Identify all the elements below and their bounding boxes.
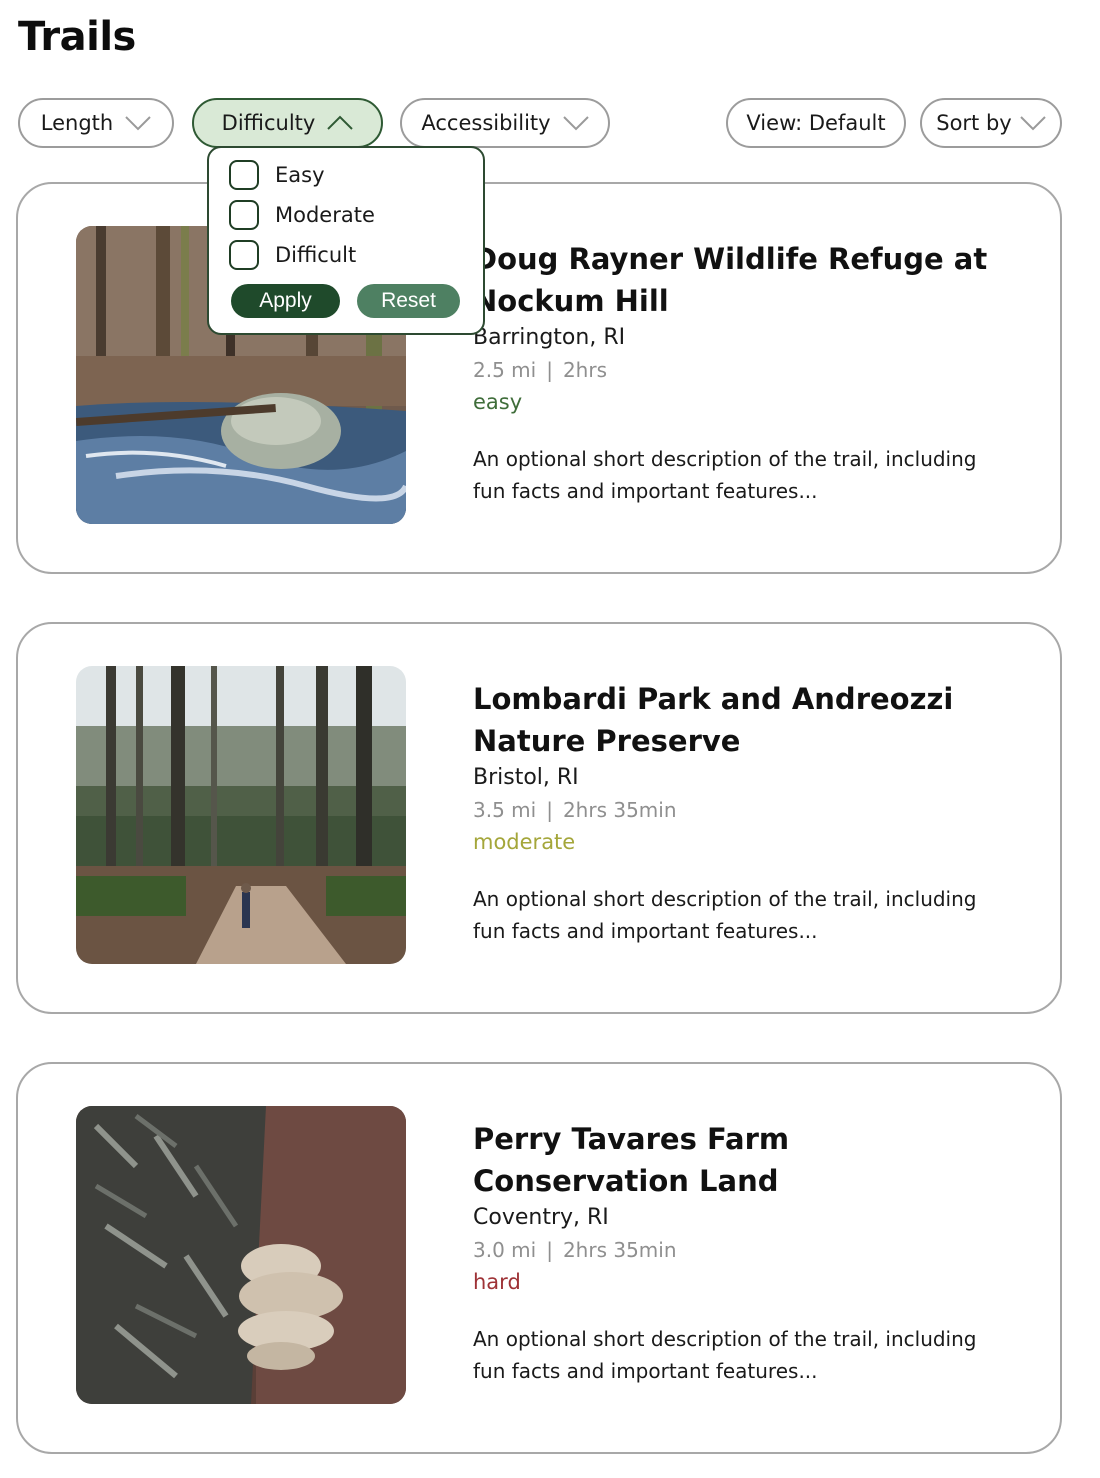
trail-card[interactable]: Lombardi Park and Andreozzi Nature Prese… bbox=[16, 622, 1062, 1014]
chevron-down-icon bbox=[125, 115, 151, 131]
trail-name[interactable]: Perry Tavares Farm Conservation Land bbox=[473, 1118, 993, 1202]
view-label: View: Default bbox=[746, 111, 886, 135]
chevron-down-icon bbox=[1020, 115, 1046, 131]
trail-duration: 2hrs bbox=[562, 358, 607, 382]
trail-location: Coventry, RI bbox=[473, 1205, 609, 1230]
trail-name[interactable]: Lombardi Park and Andreozzi Nature Prese… bbox=[473, 678, 993, 762]
option-label: Moderate bbox=[275, 203, 375, 227]
chevron-down-icon bbox=[562, 115, 589, 131]
difficulty-dropdown: Easy Moderate Difficult Apply Reset bbox=[207, 146, 485, 335]
difficulty-option-difficult[interactable]: Difficult bbox=[229, 240, 356, 270]
difficulty-filter-button[interactable]: Difficulty bbox=[192, 98, 383, 148]
trail-info: Lombardi Park and Andreozzi Nature Prese… bbox=[473, 678, 993, 947]
length-filter-button[interactable]: Length bbox=[18, 98, 174, 148]
trail-description: An optional short description of the tra… bbox=[473, 1327, 977, 1383]
trail-difficulty: moderate bbox=[473, 830, 576, 854]
trail-photo-fungus bbox=[76, 1106, 406, 1404]
reset-button[interactable]: Reset bbox=[357, 284, 460, 318]
chevron-up-icon bbox=[327, 115, 354, 131]
trail-description: An optional short description of the tra… bbox=[473, 447, 977, 503]
trail-description: An optional short description of the tra… bbox=[473, 887, 977, 943]
accessibility-filter-label: Accessibility bbox=[421, 111, 551, 135]
stats-separator: | bbox=[546, 798, 553, 822]
trail-stats: 2.5 mi | 2hrs bbox=[473, 354, 993, 386]
moderate-checkbox[interactable] bbox=[229, 200, 259, 230]
trail-distance: 3.0 mi bbox=[473, 1238, 537, 1262]
trail-duration: 2hrs 35min bbox=[562, 1238, 677, 1262]
trail-info: Perry Tavares Farm Conservation Land Cov… bbox=[473, 1118, 993, 1387]
trail-card[interactable]: Perry Tavares Farm Conservation Land Cov… bbox=[16, 1062, 1062, 1454]
trail-location: Barrington, RI bbox=[473, 325, 626, 350]
trail-duration: 2hrs 35min bbox=[562, 798, 677, 822]
sort-button[interactable]: Sort by bbox=[920, 98, 1062, 148]
difficult-checkbox[interactable] bbox=[229, 240, 259, 270]
option-label: Easy bbox=[275, 163, 325, 187]
trail-distance: 3.5 mi bbox=[473, 798, 537, 822]
easy-checkbox[interactable] bbox=[229, 160, 259, 190]
trail-stats: 3.0 mi | 2hrs 35min bbox=[473, 1234, 993, 1266]
view-button[interactable]: View: Default bbox=[726, 98, 906, 148]
sort-label: Sort by bbox=[936, 111, 1012, 135]
option-label: Difficult bbox=[275, 243, 357, 267]
difficulty-option-easy[interactable]: Easy bbox=[229, 160, 325, 190]
stats-separator: | bbox=[546, 1238, 553, 1262]
trail-distance: 2.5 mi bbox=[473, 358, 537, 382]
page-title: Trails bbox=[18, 14, 136, 60]
trail-name[interactable]: Doug Rayner Wildlife Refuge at Nockum Hi… bbox=[473, 238, 993, 322]
accessibility-filter-button[interactable]: Accessibility bbox=[400, 98, 610, 148]
trail-card[interactable]: Doug Rayner Wildlife Refuge at Nockum Hi… bbox=[16, 182, 1062, 574]
trail-difficulty: easy bbox=[473, 390, 523, 414]
trail-location: Bristol, RI bbox=[473, 765, 579, 790]
apply-button[interactable]: Apply bbox=[231, 284, 340, 318]
difficulty-option-moderate[interactable]: Moderate bbox=[229, 200, 375, 230]
length-filter-label: Length bbox=[40, 111, 114, 135]
trail-info: Doug Rayner Wildlife Refuge at Nockum Hi… bbox=[473, 238, 993, 507]
trail-stats: 3.5 mi | 2hrs 35min bbox=[473, 794, 993, 826]
stats-separator: | bbox=[546, 358, 553, 382]
difficulty-filter-label: Difficulty bbox=[221, 111, 316, 135]
trail-difficulty: hard bbox=[473, 1270, 521, 1294]
trail-photo-forest bbox=[76, 666, 406, 964]
